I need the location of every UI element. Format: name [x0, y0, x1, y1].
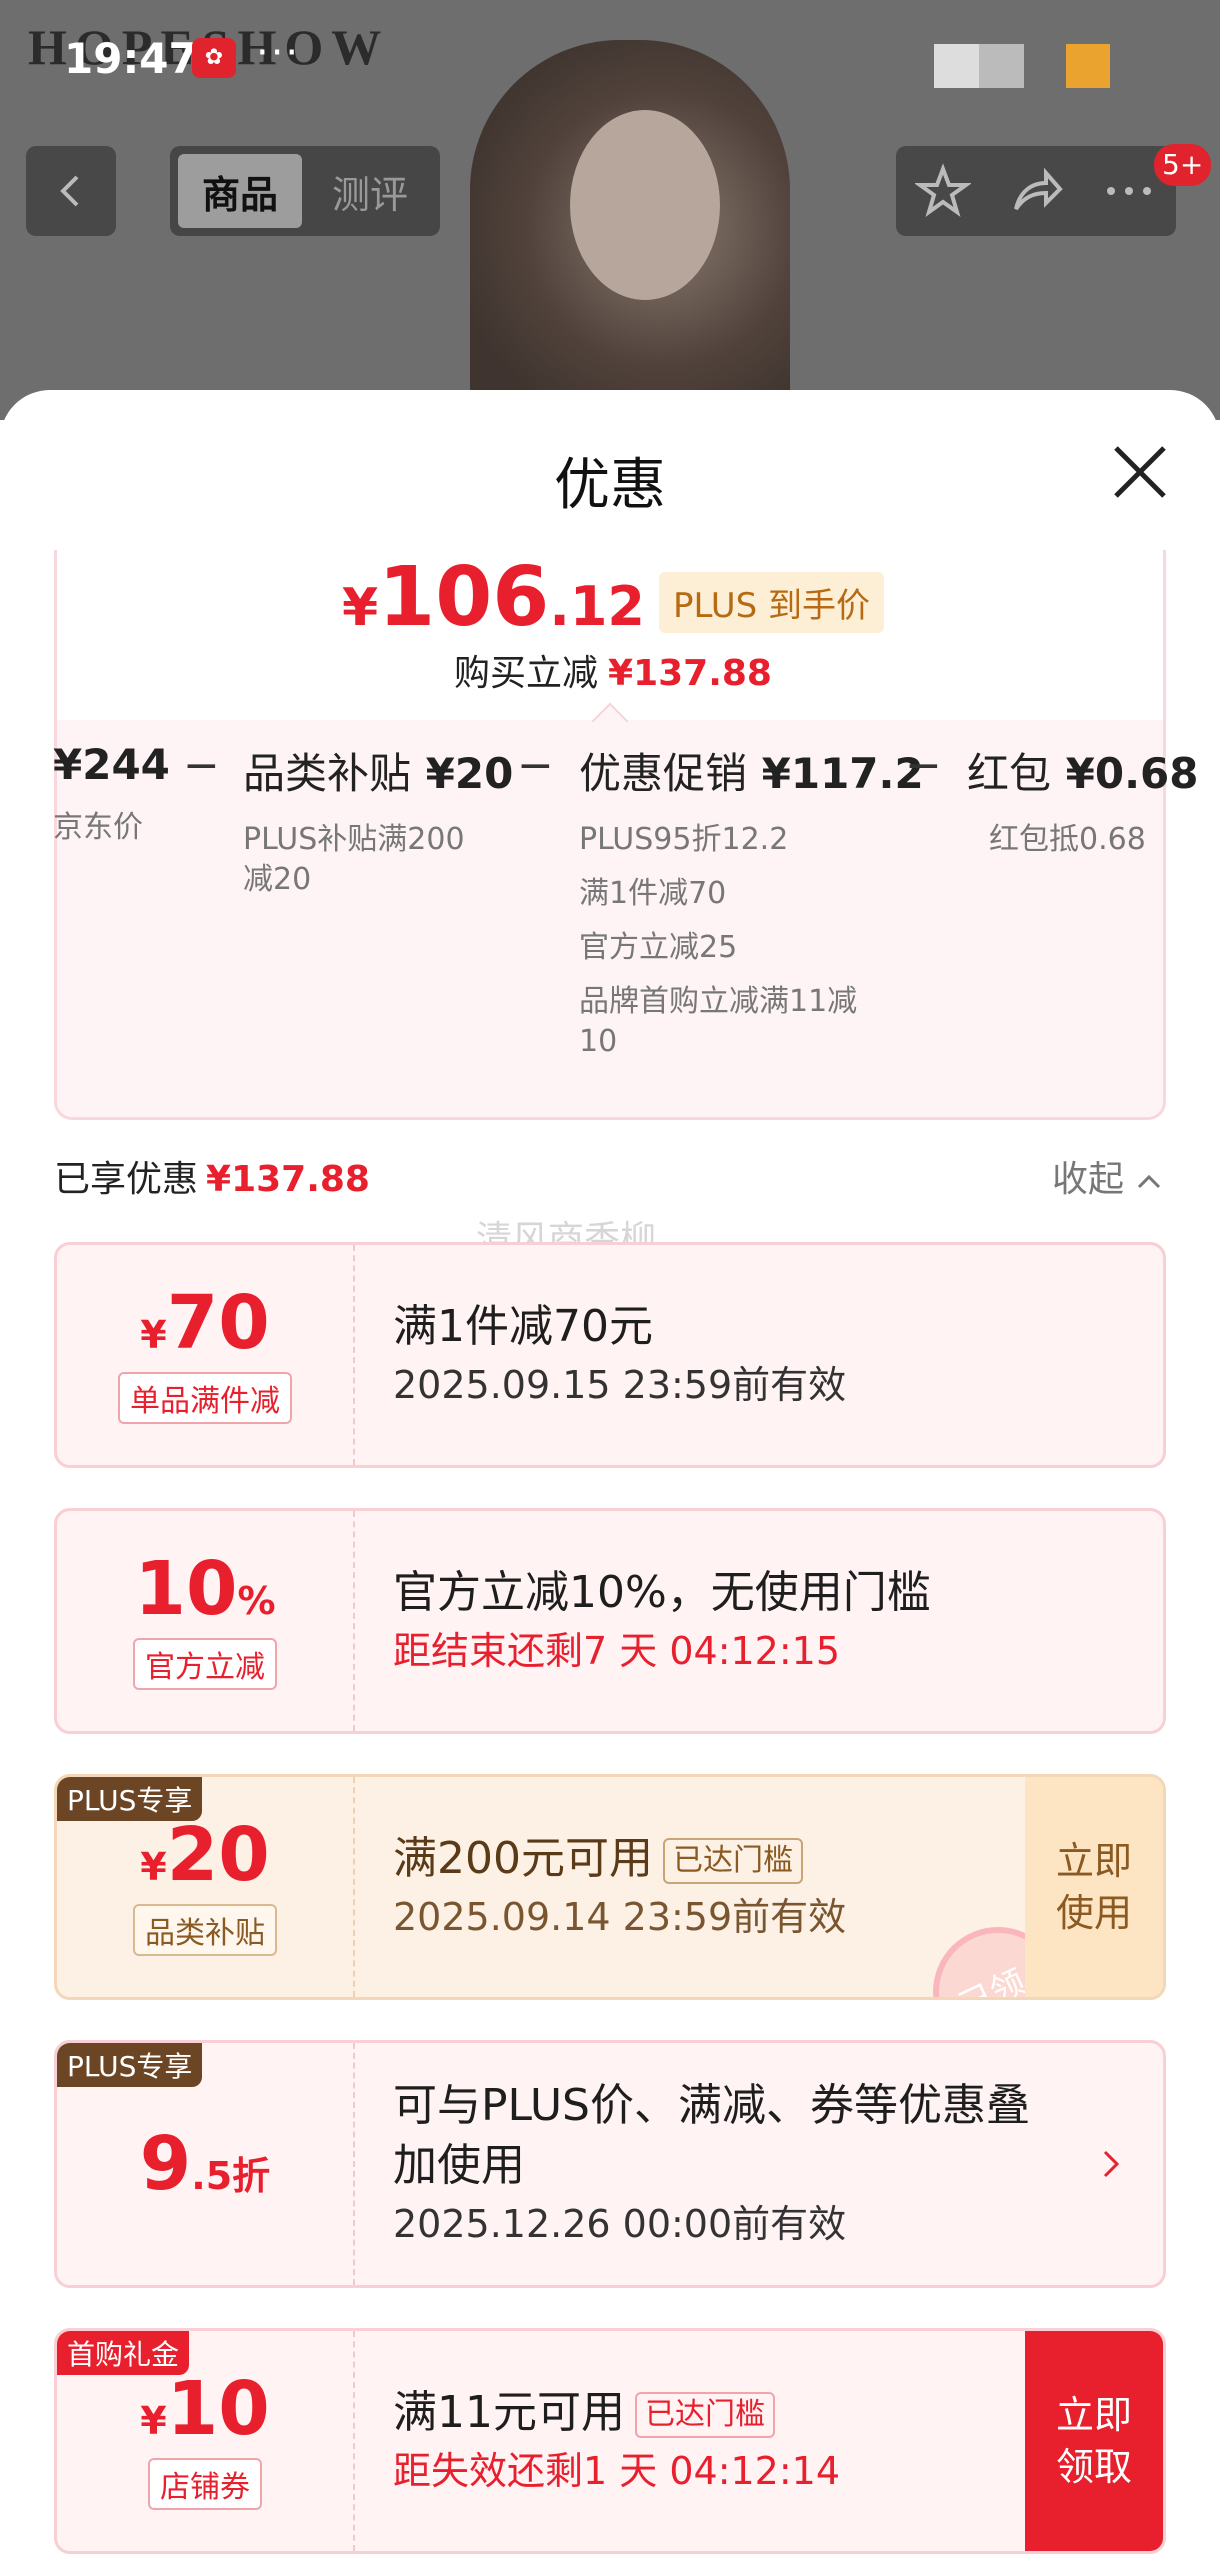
coupon-value: 10%	[134, 1546, 276, 1632]
coupon-type-tag: 单品满件减	[118, 1372, 292, 1424]
coupon-title-cont: 加使用	[393, 2140, 525, 2191]
product-image-face	[570, 110, 720, 300]
enjoyed-discount: 已享优惠 ¥137.88	[54, 1159, 370, 1200]
notification-app-icon: ✿	[192, 38, 236, 78]
coupon-value: 9.5折	[139, 2121, 271, 2207]
coupon-value-block: ¥70 单品满件减	[57, 1245, 355, 1465]
more-icon[interactable]	[1101, 163, 1157, 219]
chevron-left-icon	[60, 175, 79, 207]
share-icon[interactable]	[1008, 163, 1064, 219]
nav-actions	[896, 146, 1176, 236]
final-price-row: ¥106.12 PLUS 到手价	[57, 550, 1169, 645]
first-purchase-badge: 首购礼金	[57, 2331, 190, 2375]
claim-now-button[interactable]: 立即 领取	[1025, 2331, 1163, 2551]
coupon-value: ¥10	[140, 2366, 270, 2452]
tab-review[interactable]: 测评	[308, 154, 432, 228]
price-breakdown-card: ¥106.12 PLUS 到手价 购买立减 ¥137.88 ¥244 京东价 − 品…	[53, 550, 1199, 1120]
coupon-title: 可与PLUS价、满减、券等优惠叠	[393, 2080, 1030, 2131]
final-price: ¥106.12	[341, 550, 645, 645]
coupon-card-shop[interactable]: ¥10 店铺券 首购礼金 满11元可用 已达门槛 距失效还剩1 天 04:12:1…	[54, 2328, 1166, 2554]
plus-exclusive-badge: PLUS专享	[57, 2043, 203, 2087]
purchase-reduction: 购买立减 ¥137.88	[454, 653, 772, 694]
coupon-details: 满200元可用 已达门槛 2025.09.14 23:59前有效	[393, 1777, 846, 1997]
coupon-countdown: 距结束还剩7 天 04:12:15	[393, 1629, 841, 1673]
coupon-title: 官方立减10%，无使用门槛	[393, 1567, 931, 1618]
coupon-validity: 2025.09.14 23:59前有效	[393, 1895, 847, 1939]
formula-item-promotion: 优惠促销 ¥117.2 PLUS95折12.2 满1件减70 官方立减25 品牌…	[579, 749, 924, 1059]
breakdown-pointer	[591, 702, 629, 740]
coupon-card[interactable]: 10% 官方立减 官方立减10%，无使用门槛 距结束还剩7 天 04:12:15	[54, 1508, 1166, 1734]
chevron-right-icon[interactable]	[1099, 2043, 1123, 2285]
product-page-backdrop: HOPESHOW 19:47 ✿ ··· 商品 测评 5+	[0, 0, 1220, 420]
coupon-title: 满1件减70元	[393, 1301, 653, 1352]
coupon-title: 满11元可用 已达门槛	[393, 2383, 840, 2443]
sheet-title: 优惠	[554, 453, 666, 518]
coupon-type-tag: 官方立减	[133, 1638, 277, 1690]
coupon-details: 满1件减70元 2025.09.15 23:59前有效	[393, 1245, 846, 1465]
collapse-button[interactable]: 收起	[1052, 1150, 1163, 1202]
chevron-up-icon	[1138, 1174, 1161, 1189]
tab-product[interactable]: 商品	[178, 154, 302, 228]
coupon-value-block: 10% 官方立减	[57, 1511, 355, 1731]
plus-exclusive-badge: PLUS专享	[57, 1777, 203, 1821]
plus-price-tag: PLUS 到手价	[659, 572, 885, 633]
use-now-button[interactable]: 立即 使用	[1025, 1777, 1163, 1997]
coupon-validity: 2025.09.15 23:59前有效	[393, 1363, 847, 1407]
star-icon[interactable]	[914, 163, 971, 219]
coupon-value: ¥70	[140, 1280, 270, 1366]
threshold-reached-badge: 已达门槛	[635, 2392, 775, 2438]
coupon-details: 官方立减10%，无使用门槛 距结束还剩7 天 04:12:15	[393, 1511, 931, 1731]
cart-count-badge: 5+	[1154, 144, 1212, 186]
coupon-type-tag: 品类补贴	[133, 1904, 277, 1956]
coupon-card-plus-discount[interactable]: 9.5折 PLUS专享 可与PLUS价、满减、券等优惠叠 加使用 2025.12…	[54, 2040, 1166, 2288]
coupon-card-plus[interactable]: ¥20 品类补贴 PLUS专享 满200元可用 已达门槛 2025.09.14 2…	[54, 1774, 1166, 2000]
coupon-title: 满200元可用 已达门槛	[393, 1829, 846, 1889]
formula-item-red-packet: 红包 ¥0.68 红包抵0.68	[967, 749, 1199, 857]
coupon-value: ¥20	[140, 1812, 270, 1898]
coupon-type-tag: 店铺券	[148, 2458, 262, 2510]
back-button[interactable]	[26, 146, 116, 236]
minus-sign: −	[183, 740, 220, 791]
page-tabs: 商品 测评	[170, 146, 440, 236]
status-more-icon: ···	[256, 30, 301, 76]
coupon-validity: 2025.12.26 00:00前有效	[393, 2202, 847, 2246]
coupon-card[interactable]: ¥70 单品满件减 满1件减70元 2025.09.15 23:59前有效	[54, 1242, 1166, 1468]
formula-item-category-subsidy: 品类补贴 ¥20 PLUS补贴满200 减20	[243, 749, 514, 897]
battery-icon	[1066, 44, 1110, 88]
formula-item-jd-price: ¥244 京东价	[53, 740, 170, 845]
threshold-reached-badge: 已达门槛	[662, 1838, 803, 1884]
status-time: 19:47	[64, 34, 198, 83]
status-indicator-icon	[934, 44, 1024, 88]
coupon-details: 满11元可用 已达门槛 距失效还剩1 天 04:12:14	[393, 2331, 840, 2551]
coupon-details: 可与PLUS价、满减、券等优惠叠 加使用 2025.12.26 00:00前有效	[393, 2043, 1030, 2285]
minus-sign: −	[905, 740, 942, 791]
close-icon[interactable]	[1108, 440, 1172, 504]
discount-sheet: 优惠 ¥106.12 PLUS 到手价 购买立减 ¥137.88 ¥244 京东价 …	[0, 390, 1220, 2572]
minus-sign: −	[517, 740, 554, 791]
coupon-countdown: 距失效还剩1 天 04:12:14	[393, 2449, 841, 2493]
price-formula: ¥244 京东价 − 品类补贴 ¥20 PLUS补贴满200 减20 − 优惠促销…	[53, 740, 1199, 1120]
